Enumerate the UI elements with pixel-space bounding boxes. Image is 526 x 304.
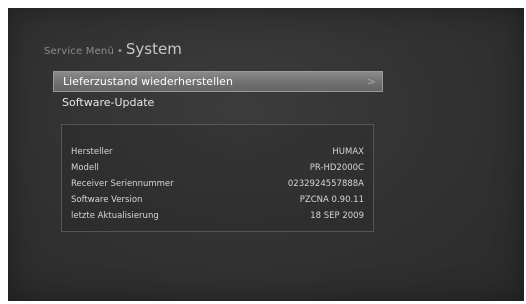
- info-label: Hersteller: [71, 147, 113, 157]
- page-title: System: [125, 40, 182, 58]
- info-label: letzte Aktualisierung: [71, 211, 159, 221]
- info-label: Receiver Seriennummer: [71, 179, 174, 189]
- info-value: PR-HD2000C: [309, 163, 364, 173]
- info-row-manufacturer: Hersteller HUMAX: [62, 144, 373, 160]
- info-row-model: Modell PR-HD2000C: [62, 160, 373, 176]
- breadcrumb-parent: Service Menü: [44, 46, 114, 57]
- breadcrumb-separator: •: [117, 46, 123, 57]
- info-row-last-update: letzte Aktualisierung 18 SEP 2009: [62, 208, 373, 224]
- info-label: Software Version: [71, 195, 143, 205]
- info-value: PZCNA 0.90.11: [299, 195, 364, 205]
- info-value: 18 SEP 2009: [310, 211, 364, 221]
- menu-item-factory-reset[interactable]: Lieferzustand wiederherstellen >: [53, 71, 383, 92]
- tv-screen: Service Menü • System Lieferzustand wieder…: [8, 8, 524, 301]
- info-value: HUMAX: [332, 147, 364, 157]
- system-info-panel: Hersteller HUMAX Modell PR-HD2000C Recei…: [61, 124, 374, 232]
- info-row-serial: Receiver Seriennummer 0232924557888A: [62, 176, 373, 192]
- menu-item-label: Software-Update: [62, 96, 155, 109]
- chevron-right-icon: >: [366, 75, 376, 88]
- info-value: 0232924557888A: [287, 179, 364, 189]
- menu-item-software-update[interactable]: Software-Update: [53, 92, 383, 113]
- info-label: Modell: [71, 163, 99, 173]
- breadcrumb: Service Menü • System: [44, 39, 182, 58]
- system-menu: Lieferzustand wiederherstellen > Softwar…: [53, 71, 383, 113]
- menu-item-label: Lieferzustand wiederherstellen: [63, 75, 233, 88]
- info-row-software-version: Software Version PZCNA 0.90.11: [62, 192, 373, 208]
